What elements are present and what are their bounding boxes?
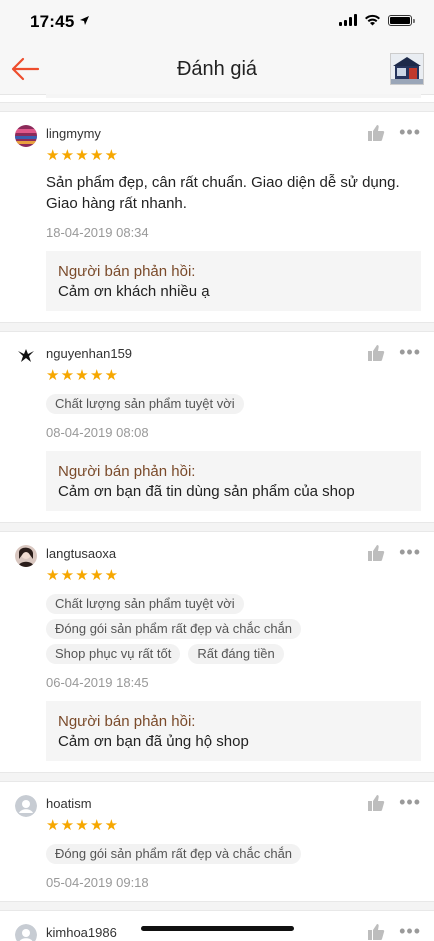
thumbs-up-icon[interactable] — [367, 923, 385, 941]
review-tag: Đóng gói sản phẩm rất đẹp và chắc chắn — [46, 619, 302, 639]
previous-review-remnant — [0, 94, 434, 102]
review-date: 08-04-2019 08:08 — [46, 425, 149, 440]
avatar[interactable] — [15, 795, 37, 817]
star-rating: ★★★★★ — [46, 367, 120, 384]
seller-reply: Người bán phản hồi: Cảm ơn bạn đã tin dù… — [46, 451, 421, 511]
review-tags: Chất lượng sản phẩm tuyệt vời Đóng gói s… — [46, 594, 421, 664]
seller-reply-text: Cảm ơn khách nhiều ạ — [58, 283, 210, 300]
review-tag: Shop phục vụ rất tốt — [46, 644, 181, 664]
divider — [0, 322, 434, 332]
more-dots-icon[interactable]: ••• — [399, 793, 421, 811]
review-tag: Đóng gói sản phẩm rất đẹp và chắc chắn — [46, 844, 302, 864]
avatar[interactable] — [15, 545, 37, 567]
more-dots-icon[interactable]: ••• — [399, 543, 421, 561]
more-dots-icon[interactable]: ••• — [399, 123, 421, 141]
seller-reply: Người bán phản hồi: Cảm ơn bạn đã ủng hộ… — [46, 701, 421, 761]
avatar[interactable] — [15, 924, 37, 941]
star-rating: ★★★★★ — [46, 817, 120, 834]
review-date: 18-04-2019 08:34 — [46, 225, 149, 240]
shop-image-icon — [391, 54, 423, 84]
shop-thumbnail[interactable] — [390, 53, 424, 85]
page-title: Đánh giá — [176, 58, 258, 80]
review-comment: Sản phẩm đẹp, cân rất chuẩn. Giao diện d… — [46, 174, 400, 212]
home-indicator[interactable] — [141, 926, 294, 931]
seller-reply: Người bán phản hồi: Cảm ơn khách nhiều ạ — [46, 251, 421, 311]
divider — [0, 522, 434, 532]
location-arrow-icon — [80, 16, 89, 25]
review-date: 05-04-2019 09:18 — [46, 875, 149, 890]
more-dots-icon[interactable]: ••• — [399, 343, 421, 361]
thumbs-up-icon[interactable] — [367, 344, 385, 362]
seller-reply-text: Cảm ơn bạn đã tin dùng sản phẩm của shop — [58, 483, 355, 500]
review-item: langtusaoxa ••• ★★★★★ Chất lượng sản phẩ… — [0, 532, 434, 772]
review-tags: Chất lượng sản phẩm tuyệt vời — [46, 394, 421, 414]
seller-reply-label: Người bán phản hồi: — [58, 463, 196, 480]
cellular-signal-icon — [339, 14, 357, 26]
wifi-icon — [365, 14, 380, 26]
divider — [0, 102, 434, 112]
review-username[interactable]: hoatism — [46, 796, 92, 811]
seller-reply-text: Cảm ơn bạn đã ủng hộ shop — [58, 733, 249, 750]
status-time: 17:45 — [30, 12, 75, 31]
seller-reply-label: Người bán phản hồi: — [58, 263, 196, 280]
seller-reply-label: Người bán phản hồi: — [58, 713, 196, 730]
review-username[interactable]: kimhoa1986 — [46, 925, 117, 940]
review-item: nguyenhan159 ••• ★★★★★ Chất lượng sản ph… — [0, 332, 434, 522]
review-username[interactable]: langtusaoxa — [46, 546, 116, 561]
thumbs-up-icon[interactable] — [367, 124, 385, 142]
review-username[interactable]: lingmymy — [46, 126, 101, 141]
star-rating: ★★★★★ — [46, 567, 120, 584]
divider — [0, 901, 434, 911]
default-avatar-icon — [15, 924, 37, 941]
thumbs-up-icon[interactable] — [367, 794, 385, 812]
review-list[interactable]: lingmymy ••• ★★★★★ Sản phẩm đẹp, cân rất… — [0, 94, 434, 941]
divider — [0, 772, 434, 782]
review-item: lingmymy ••• ★★★★★ Sản phẩm đẹp, cân rất… — [0, 112, 434, 322]
avatar[interactable] — [15, 345, 37, 367]
battery-icon — [388, 14, 415, 26]
status-bar: 17:45 — [0, 0, 434, 44]
review-tag: Chất lượng sản phẩm tuyệt vời — [46, 394, 244, 414]
review-tag: Rất đáng tiền — [188, 644, 284, 664]
review-username[interactable]: nguyenhan159 — [46, 346, 132, 361]
avatar[interactable] — [15, 125, 37, 147]
default-avatar-icon — [15, 795, 37, 817]
review-item: hoatism ••• ★★★★★ Đóng gói sản phẩm rất … — [0, 782, 434, 901]
review-date: 06-04-2019 18:45 — [46, 675, 149, 690]
review-tags: Đóng gói sản phẩm rất đẹp và chắc chắn — [46, 844, 421, 864]
review-tag: Chất lượng sản phẩm tuyệt vời — [46, 594, 244, 614]
more-dots-icon[interactable]: ••• — [399, 922, 421, 940]
star-rating: ★★★★★ — [46, 147, 120, 164]
nav-bar: Đánh giá — [0, 44, 434, 95]
thumbs-up-icon[interactable] — [367, 544, 385, 562]
